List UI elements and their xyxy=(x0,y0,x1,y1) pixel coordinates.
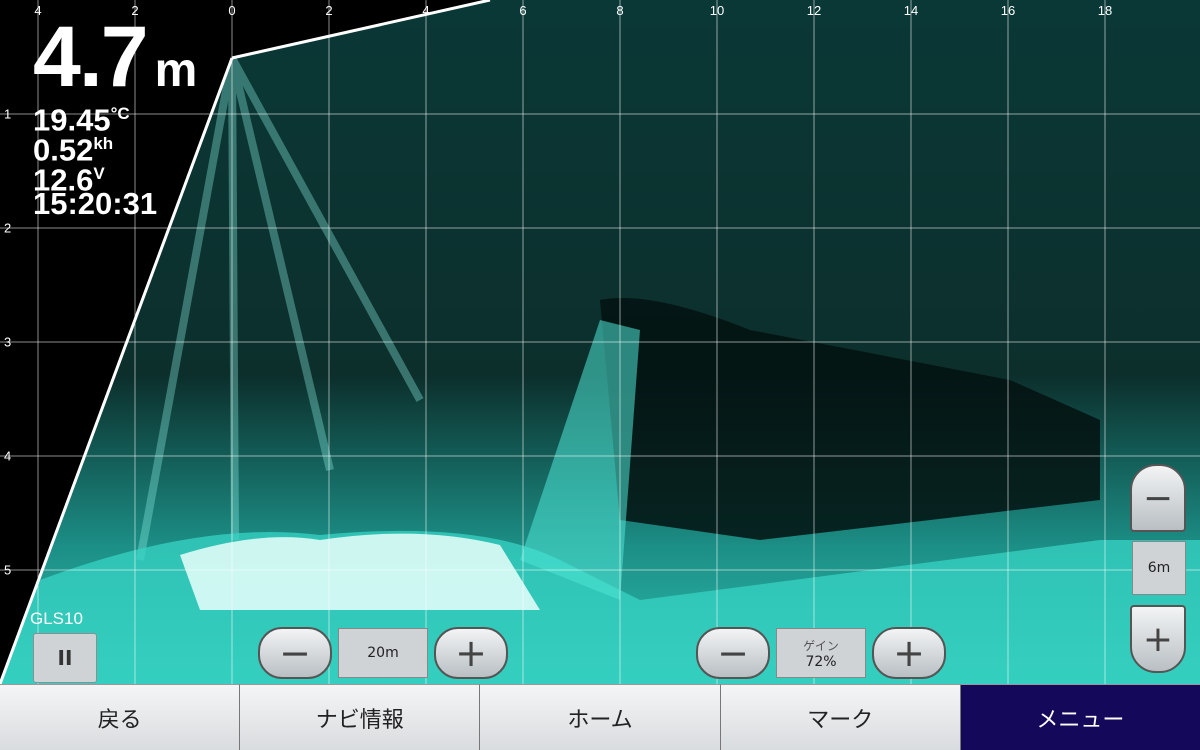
pause-button[interactable]: II xyxy=(33,633,97,683)
y-tick-label: 2 xyxy=(4,220,12,236)
zoom-value: 6m xyxy=(1132,541,1186,595)
menu-nav-info[interactable]: ナビ情報 xyxy=(240,684,481,750)
x-tick-label: 8 xyxy=(616,3,624,18)
menu-menu[interactable]: メニュー xyxy=(960,684,1200,750)
range-plus-button[interactable]: + xyxy=(434,627,508,679)
x-tick-label: 10 xyxy=(709,3,725,18)
y-tick-label: 1 xyxy=(4,106,12,122)
temperature-unit: °C xyxy=(110,104,130,123)
gain-plus-button[interactable]: + xyxy=(872,627,946,679)
zoom-plus-button[interactable]: + xyxy=(1130,605,1186,673)
menu-back[interactable]: 戻る xyxy=(0,684,241,750)
y-tick-label: 3 xyxy=(4,334,12,350)
gain-caption: ゲイン xyxy=(803,638,839,653)
y-tick-label: 4 xyxy=(4,448,12,464)
gain-minus-button[interactable]: − xyxy=(696,627,770,679)
speed-unit: kh xyxy=(93,134,114,153)
range-value: 20m xyxy=(338,628,428,678)
menu-mark[interactable]: マーク xyxy=(720,684,961,750)
bottom-menu-bar: 戻る ナビ情報 ホーム マーク メニュー xyxy=(0,684,1200,750)
x-tick-label: 0 xyxy=(228,3,236,18)
gain-value: 72% xyxy=(805,653,837,670)
depth-value: 4.7 xyxy=(33,9,149,105)
x-tick-label: 16 xyxy=(1000,3,1016,18)
bottom-echo-bright xyxy=(180,533,540,610)
zoom-minus-button[interactable]: − xyxy=(1130,464,1186,532)
range-minus-button[interactable]: − xyxy=(258,627,332,679)
source-label: GLS10 xyxy=(30,609,83,628)
range-control: − 20m + xyxy=(258,627,508,679)
depth-unit: m xyxy=(154,44,198,97)
x-tick-label: 2 xyxy=(325,3,333,18)
x-tick-label: 6 xyxy=(519,3,527,18)
menu-home[interactable]: ホーム xyxy=(480,684,721,750)
time-readout: 15:20:31 xyxy=(33,186,158,221)
x-tick-label: 18 xyxy=(1097,3,1113,18)
voltage-unit: V xyxy=(93,164,105,183)
x-tick-label: 14 xyxy=(903,3,919,18)
y-tick-label: 5 xyxy=(4,562,12,578)
gain-control: − ゲイン 72% + xyxy=(696,627,946,679)
gain-value-box: ゲイン 72% xyxy=(776,628,866,678)
x-tick-label: 4 xyxy=(422,3,430,18)
x-tick-label: 12 xyxy=(806,3,822,18)
